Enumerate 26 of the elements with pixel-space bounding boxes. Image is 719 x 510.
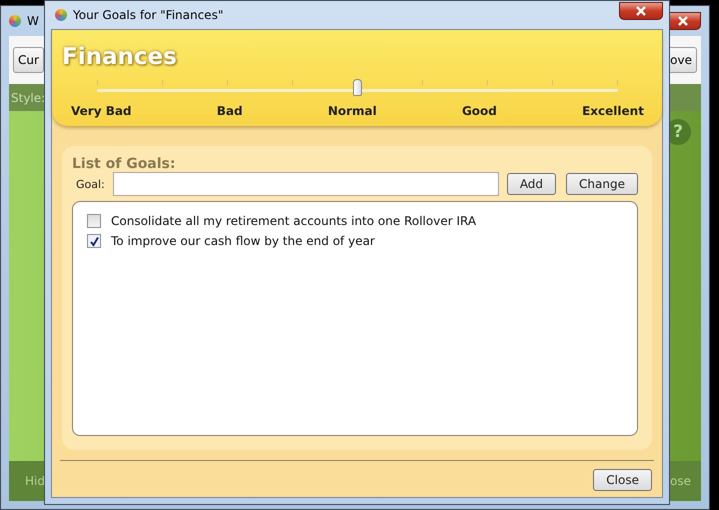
close-button[interactable] bbox=[619, 2, 663, 20]
checkbox[interactable] bbox=[87, 234, 101, 248]
rating-label: Excellent bbox=[582, 104, 644, 118]
close-dialog-button[interactable]: Close bbox=[593, 469, 652, 491]
category-heading: Finances bbox=[62, 44, 178, 70]
action-button[interactable]: Add bbox=[506, 173, 556, 195]
action-button[interactable]: Change bbox=[566, 173, 638, 195]
rating-label: Good bbox=[462, 104, 497, 118]
field-label: Goal: bbox=[76, 178, 105, 190]
rating-slider[interactable] bbox=[97, 80, 618, 98]
goal-text: To improve our cash flow by the end of year bbox=[111, 234, 375, 248]
window-title: Your Goals for "Finances" bbox=[73, 8, 224, 22]
checkbox[interactable] bbox=[87, 214, 101, 228]
style-label: Style: bbox=[11, 90, 46, 104]
app-icon bbox=[9, 15, 21, 27]
close-icon bbox=[677, 16, 689, 26]
rating-label: Very Bad bbox=[71, 104, 132, 118]
goal-text: Consolidate all my retirement accounts into one Rollover IRA bbox=[111, 214, 476, 228]
toolbar-button[interactable]: Cur bbox=[13, 47, 44, 73]
close-icon bbox=[635, 6, 647, 16]
goal-input-field[interactable] bbox=[112, 172, 499, 196]
rating-label: Normal bbox=[328, 104, 377, 118]
window-title: W bbox=[27, 14, 39, 28]
app-icon bbox=[55, 9, 67, 21]
rating-label: Bad bbox=[216, 104, 243, 118]
section-title: List of Goals: bbox=[72, 156, 176, 172]
